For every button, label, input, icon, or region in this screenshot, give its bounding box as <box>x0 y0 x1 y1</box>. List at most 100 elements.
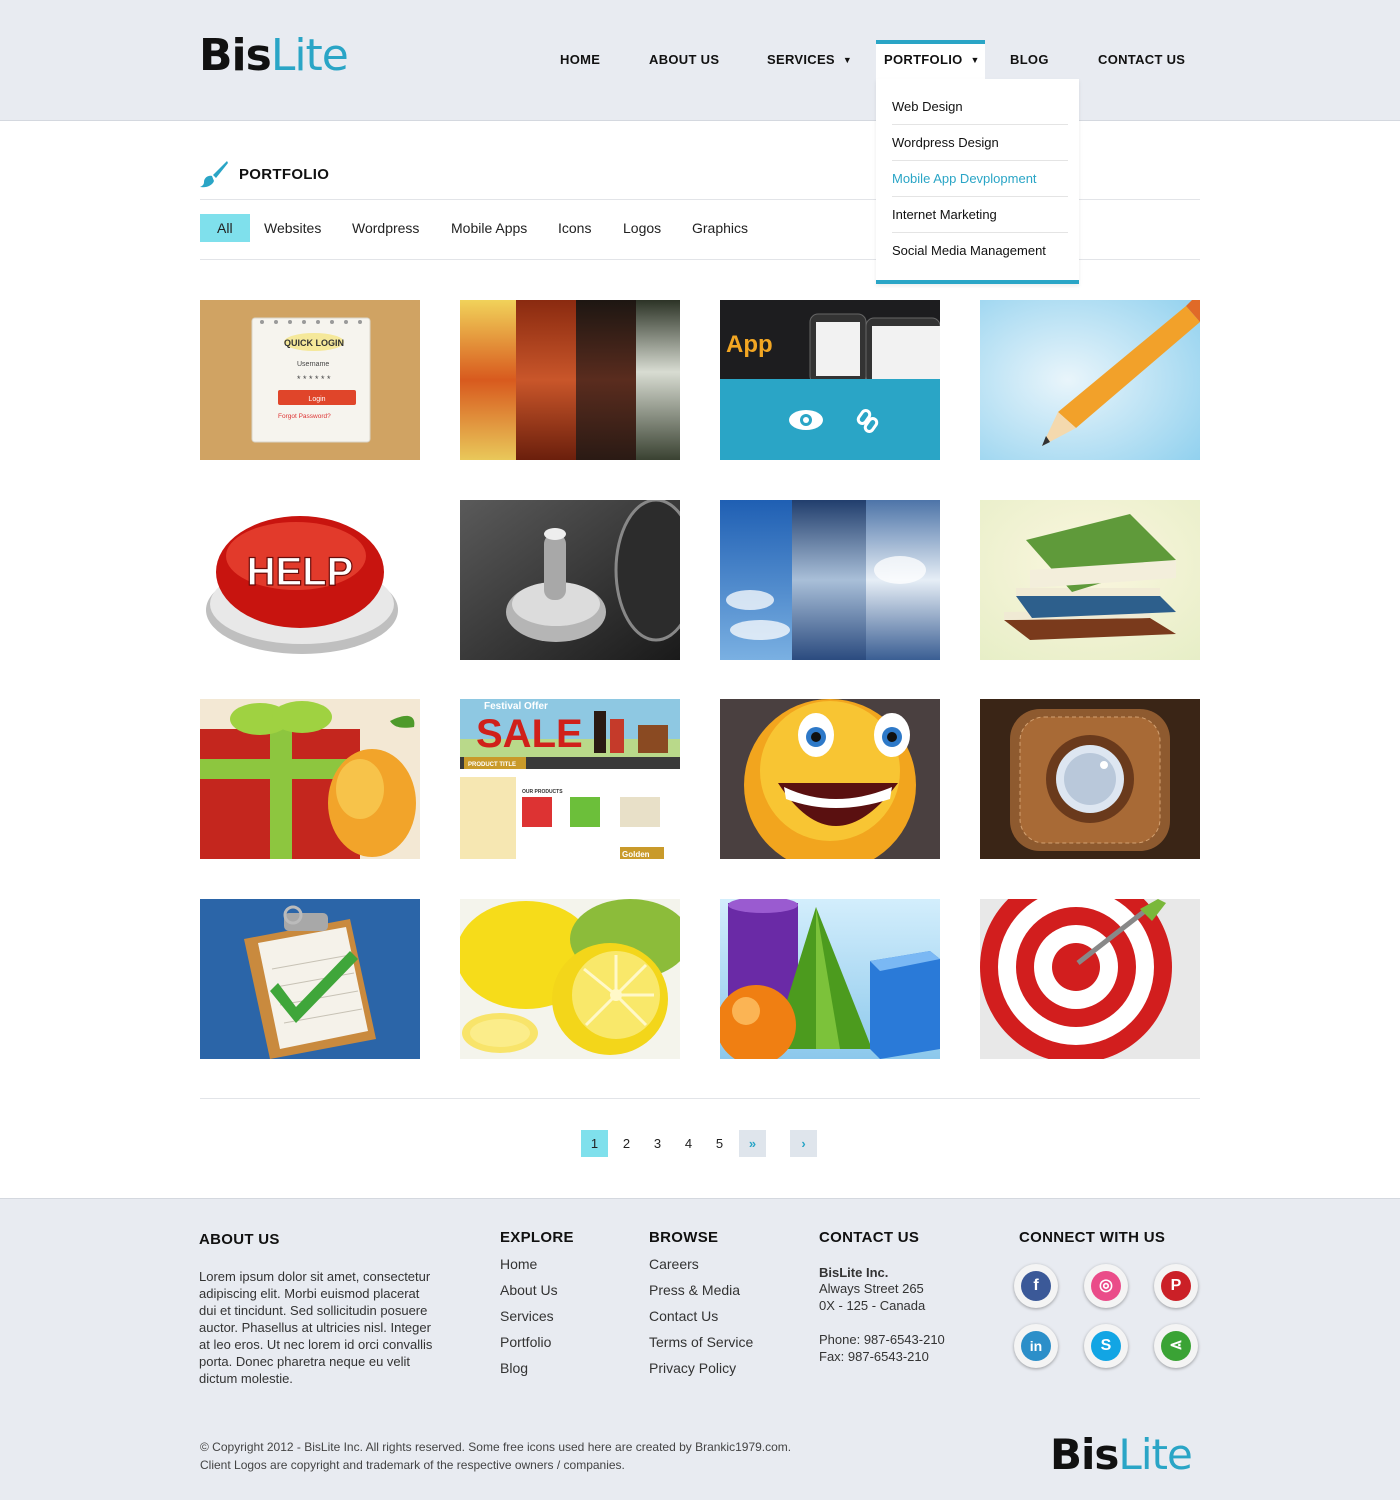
thumb-text-app: App <box>726 331 773 358</box>
filter-icons[interactable]: Icons <box>558 214 591 242</box>
nav-home[interactable]: HOME <box>560 52 600 67</box>
dropdown-item-web-design[interactable]: Web Design <box>892 89 1068 125</box>
portfolio-item-spinning-top[interactable] <box>460 500 680 660</box>
pagination-page-1[interactable]: 1 <box>581 1130 608 1157</box>
pinterest-icon: P <box>1161 1271 1191 1301</box>
thumb-text-quick-login: QUICK LOGIN <box>284 338 344 348</box>
pagination-page-3[interactable]: 3 <box>644 1130 671 1157</box>
linkedin-icon: in <box>1021 1331 1051 1361</box>
nav-about-us[interactable]: ABOUT US <box>649 52 719 67</box>
thumb-text-product-title: PRODUCT TITLE <box>468 762 516 768</box>
nav-services[interactable]: SERVICES ▼ <box>767 52 852 67</box>
portfolio-item-lemons[interactable] <box>460 899 680 1059</box>
footer-fax: Fax: 987-6543-210 <box>819 1349 929 1364</box>
nav-services-label: SERVICES <box>767 52 835 67</box>
pagination-page-2[interactable]: 2 <box>613 1130 640 1157</box>
footer-phone: Phone: 987-6543-210 <box>819 1332 945 1347</box>
portfolio-item-app-showcase[interactable]: App <box>720 300 940 460</box>
footer-link-contact-us[interactable]: Contact Us <box>649 1308 718 1324</box>
portfolio-item-smiley[interactable] <box>720 699 940 859</box>
thumb-text-sale: SALE <box>476 712 583 756</box>
nav-portfolio[interactable]: PORTFOLIO ▼ <box>884 52 980 67</box>
footer-about-heading: ABOUT US <box>199 1231 280 1248</box>
portfolio-item-target[interactable] <box>980 899 1200 1059</box>
thumb-text-username: Username <box>297 361 329 368</box>
chevron-down-icon: ▼ <box>842 55 853 65</box>
portfolio-item-texture-strips[interactable] <box>460 300 680 460</box>
share-icon: ⋖ <box>1161 1331 1191 1361</box>
portfolio-item-festival-sale[interactable]: Festival Offer SALE PRODUCT TITLE OUR PR… <box>460 699 680 859</box>
footer-link-home[interactable]: Home <box>500 1256 537 1272</box>
footer-link-careers[interactable]: Careers <box>649 1256 699 1272</box>
facebook-link[interactable]: f <box>1014 1264 1058 1308</box>
copyright: © Copyright 2012 - BisLite Inc. All righ… <box>200 1438 791 1474</box>
footer-explore-heading: EXPLORE <box>500 1229 574 1246</box>
logo-part-bis: Bis <box>199 30 272 81</box>
footer-link-portfolio[interactable]: Portfolio <box>500 1334 551 1350</box>
portfolio-item-pencil[interactable] <box>980 300 1200 460</box>
thumb-text-forgot: Forgot Password? <box>278 413 331 420</box>
filter-wordpress[interactable]: Wordpress <box>352 214 419 242</box>
share-link[interactable]: ⋖ <box>1154 1324 1198 1368</box>
copyright-line-2: Client Logos are copyright and trademark… <box>200 1458 625 1472</box>
footer-logo[interactable]: BisLite <box>1050 1430 1193 1480</box>
footer-address-line1: Always Street 265 <box>819 1281 924 1296</box>
nav-contact-us[interactable]: CONTACT US <box>1098 52 1185 67</box>
copyright-line-1: © Copyright 2012 - BisLite Inc. All righ… <box>200 1440 792 1454</box>
footer-company-name: BisLite Inc. <box>819 1265 889 1280</box>
filter-mobile-apps[interactable]: Mobile Apps <box>451 214 527 242</box>
footer-connect-heading: CONNECT WITH US <box>1019 1229 1166 1246</box>
thumb-text-our-products: OUR PRODUCTS <box>522 789 563 795</box>
footer-contact-heading: CONTACT US <box>819 1229 920 1246</box>
thumb-text-login: Login <box>308 396 325 403</box>
portfolio-item-3d-shapes[interactable] <box>720 899 940 1059</box>
linkedin-link[interactable]: in <box>1014 1324 1058 1368</box>
thumb-text-help: HELP <box>247 550 354 594</box>
pagination-page-4[interactable]: 4 <box>675 1130 702 1157</box>
footer-link-terms-of-service[interactable]: Terms of Service <box>649 1334 753 1350</box>
page-title: PORTFOLIO <box>239 166 330 183</box>
eye-icon[interactable] <box>789 410 823 430</box>
logo-part-lite: Lite <box>270 30 349 81</box>
footer-logo-part-lite: Lite <box>1118 1430 1192 1479</box>
pagination-next-button[interactable]: › <box>790 1130 817 1157</box>
footer-link-blog[interactable]: Blog <box>500 1360 528 1376</box>
paintbrush-icon <box>200 161 228 188</box>
portfolio-item-quick-login[interactable]: QUICK LOGIN Username * * * * * * Login F… <box>200 300 420 460</box>
dropdown-item-social-media-management[interactable]: Social Media Management <box>892 233 1068 269</box>
portfolio-item-clipboard[interactable] <box>200 899 420 1059</box>
divider <box>200 1098 1200 1099</box>
filter-all[interactable]: All <box>200 214 250 242</box>
thumb-text-golden: Golden <box>622 850 650 859</box>
filter-logos[interactable]: Logos <box>623 214 661 242</box>
skype-icon: S <box>1091 1331 1121 1361</box>
footer-link-privacy-policy[interactable]: Privacy Policy <box>649 1360 736 1376</box>
dribbble-link[interactable]: ◎ <box>1084 1264 1128 1308</box>
dropdown-item-mobile-app-development[interactable]: Mobile App Devplopment <box>892 161 1068 197</box>
footer-link-about-us[interactable]: About Us <box>500 1282 558 1298</box>
dropdown-item-internet-marketing[interactable]: Internet Marketing <box>892 197 1068 233</box>
facebook-icon: f <box>1021 1271 1051 1301</box>
dribbble-icon: ◎ <box>1091 1271 1121 1301</box>
nav-blog[interactable]: BLOG <box>1010 52 1049 67</box>
nav-portfolio-label: PORTFOLIO <box>884 52 963 67</box>
pagination-last-button[interactable]: » <box>739 1130 766 1157</box>
footer-browse-heading: BROWSE <box>649 1229 719 1246</box>
portfolio-item-books[interactable] <box>980 500 1200 660</box>
pinterest-link[interactable]: P <box>1154 1264 1198 1308</box>
footer-link-press-media[interactable]: Press & Media <box>649 1282 740 1298</box>
pagination-page-5[interactable]: 5 <box>706 1130 733 1157</box>
filter-websites[interactable]: Websites <box>264 214 321 242</box>
skype-link[interactable]: S <box>1084 1324 1128 1368</box>
portfolio-item-gift-mango[interactable] <box>200 699 420 859</box>
svg-text:* * * * * *: * * * * * * <box>297 374 331 384</box>
portfolio-dropdown-menu: Web Design Wordpress Design Mobile App D… <box>876 79 1079 284</box>
site-logo[interactable]: BisLite <box>199 30 349 82</box>
dropdown-item-wordpress-design[interactable]: Wordpress Design <box>892 125 1068 161</box>
footer-logo-part-bis: Bis <box>1050 1430 1119 1479</box>
footer-link-services[interactable]: Services <box>500 1308 554 1324</box>
portfolio-item-sky-textures[interactable] <box>720 500 940 660</box>
filter-graphics[interactable]: Graphics <box>692 214 748 242</box>
portfolio-item-help-button[interactable]: HELP <box>200 500 420 660</box>
portfolio-item-leather-knob[interactable] <box>980 699 1200 859</box>
